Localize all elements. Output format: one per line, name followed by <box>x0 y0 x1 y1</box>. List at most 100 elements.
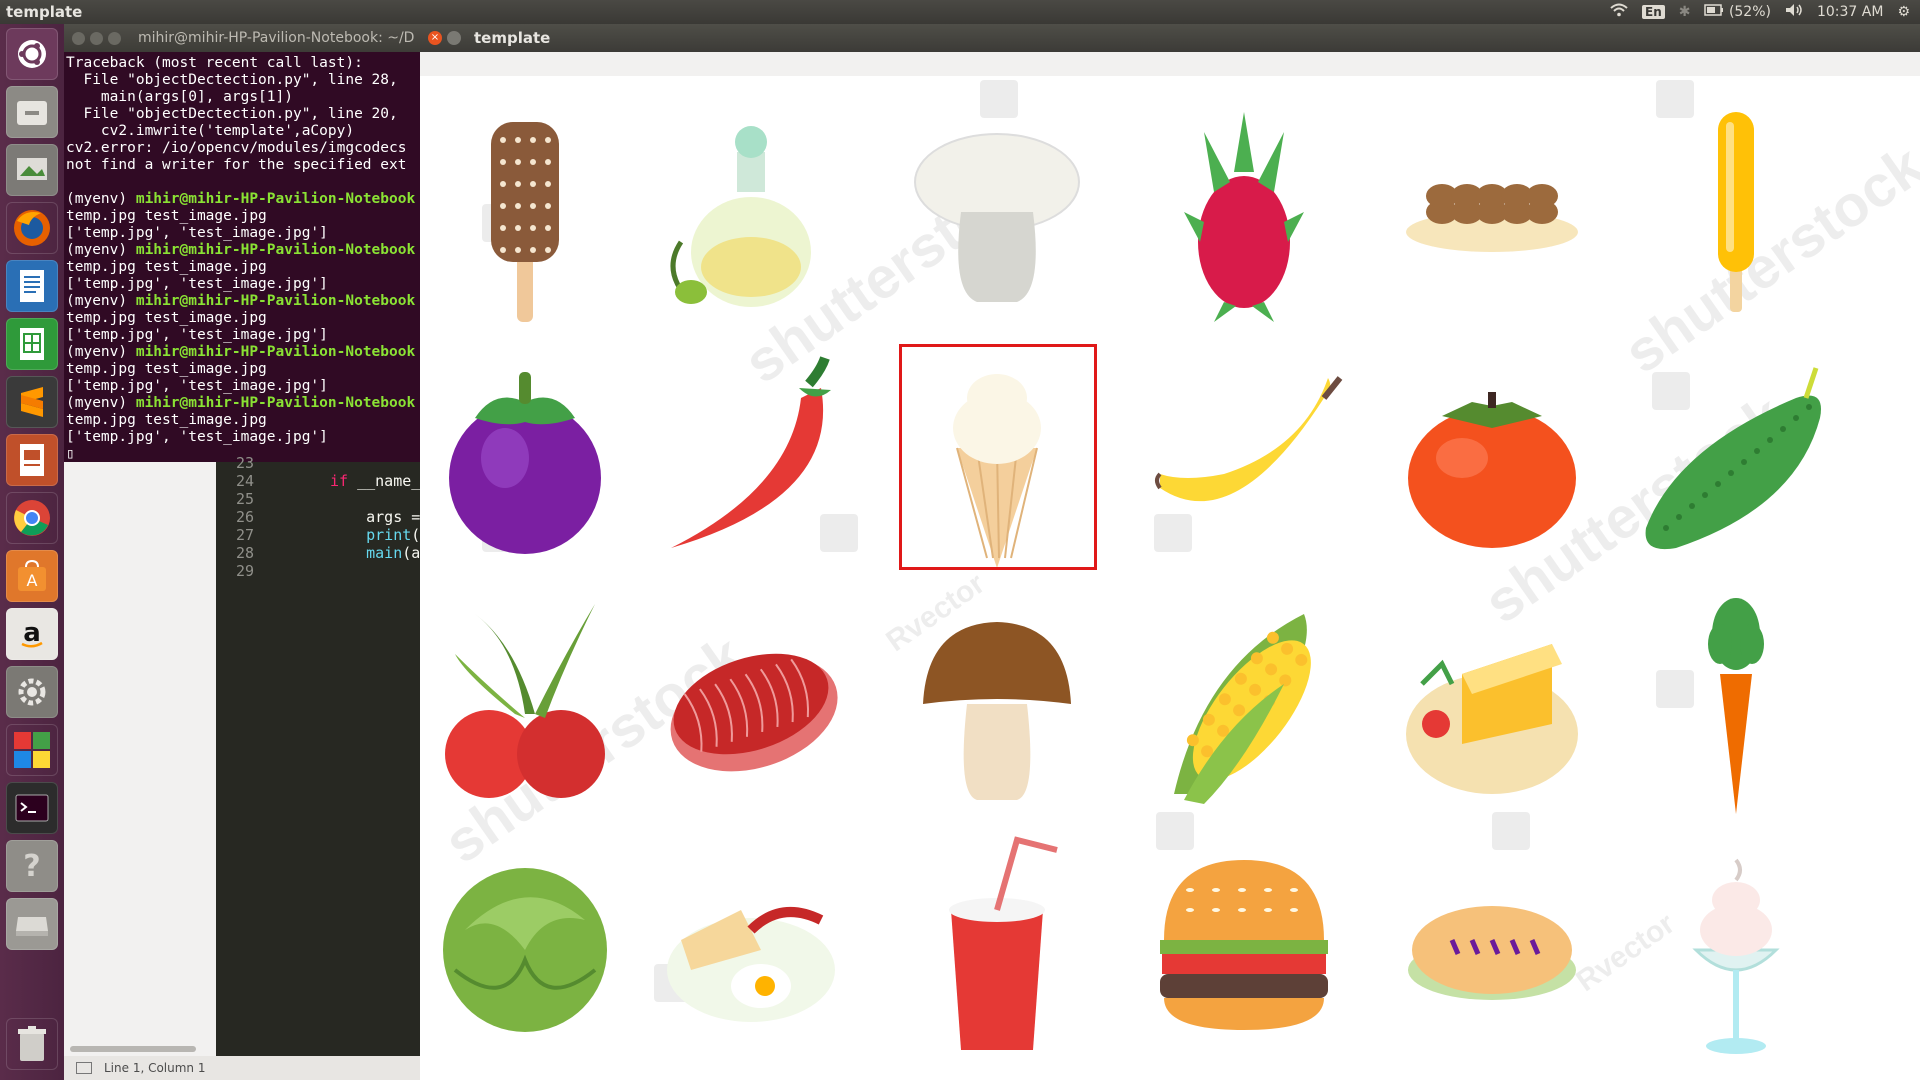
bluetooth-icon[interactable]: ✱ <box>1679 4 1691 20</box>
mangosteen-icon <box>420 333 650 583</box>
shell-prompt: mihir@mihir-HP-Pavilion-Notebook <box>135 191 416 207</box>
terminal-line: temp.jpg test_image.jpg <box>66 310 267 326</box>
terminal-line: cv2.error: /io/opencv/modules/imgcodecs <box>66 140 407 156</box>
minimize-icon[interactable] <box>447 31 461 45</box>
terminal-line: temp.jpg test_image.jpg <box>66 361 267 377</box>
terminal-icon[interactable] <box>6 782 58 834</box>
battery-indicator[interactable]: (52%) <box>1704 4 1771 20</box>
drive-icon[interactable] <box>6 898 58 950</box>
settings-gear-icon[interactable]: ⚙ <box>1897 4 1910 20</box>
cabbage-icon <box>420 825 650 1075</box>
writer-icon[interactable] <box>6 260 58 312</box>
shell-prompt: mihir@mihir-HP-Pavilion-Notebook <box>135 344 416 360</box>
svg-text:A: A <box>27 571 38 590</box>
window-title: template <box>474 29 551 47</box>
ice-cream-bar-icon <box>420 87 650 337</box>
mushroom-brown-icon <box>872 579 1122 829</box>
system-settings-icon[interactable] <box>6 666 58 718</box>
image-canvas: shutterstock shutterstock shutterstock s… <box>420 76 1920 1080</box>
line-number: 29 <box>236 562 255 580</box>
workspace-switcher-icon[interactable] <box>6 724 58 776</box>
terminal-line: File "objectDectection.py", line 28, <box>66 72 407 88</box>
chrome-icon[interactable] <box>6 492 58 544</box>
corn-icon <box>1119 579 1369 829</box>
top-panel: template En ✱ (52%) 10:37 AM ⚙ <box>0 0 1920 24</box>
shell-prompt: mihir@mihir-HP-Pavilion-Notebook <box>135 395 416 411</box>
breakfast-plate-icon <box>626 825 876 1075</box>
terminal-line: File "objectDectection.py", line 20, <box>66 106 407 122</box>
battery-percentage: (52%) <box>1728 4 1771 20</box>
firefox-icon[interactable] <box>6 202 58 254</box>
terminal-line: temp.jpg test_image.jpg <box>66 259 267 275</box>
calc-icon[interactable] <box>6 318 58 370</box>
image-window[interactable]: × template shutterstock shutterstock shu… <box>420 24 1920 1080</box>
svg-text:a: a <box>23 618 41 648</box>
line-number: 23 <box>236 454 255 472</box>
close-icon[interactable]: × <box>428 31 442 45</box>
shell-prompt: mihir@mihir-HP-Pavilion-Notebook <box>135 293 416 309</box>
code-editor-window: 2324if __name__ == '_2526 args = sys.ar2… <box>64 454 484 1056</box>
terminal-line: (myenv) mihir@mihir-HP-Pavilion-Notebook <box>66 293 416 309</box>
cursor-position: Line 1, Column 1 <box>104 1061 206 1075</box>
nuts-plate-icon <box>1367 87 1617 337</box>
impress-icon[interactable] <box>6 434 58 486</box>
ice-cream-sundae-icon <box>1611 825 1861 1075</box>
launcher-dock: A a ? <box>0 24 64 1080</box>
maximize-icon[interactable] <box>108 32 121 45</box>
cheese-plate-icon <box>1367 579 1617 829</box>
dragon-fruit-icon <box>1119 87 1369 337</box>
terminal-title: mihir@mihir-HP-Pavilion-Notebook: ~/D <box>138 30 415 46</box>
image-window-toolbar <box>420 52 1920 77</box>
terminal-line: ['temp.jpg', 'test_image.jpg'] <box>66 429 328 445</box>
sidebar-scrollbar[interactable] <box>70 1046 196 1052</box>
popsicle-yellow-icon <box>1611 87 1861 337</box>
amazon-icon[interactable]: a <box>6 608 58 660</box>
minimize-icon[interactable] <box>90 32 103 45</box>
software-center-icon[interactable]: A <box>6 550 58 602</box>
sublime-text-icon[interactable] <box>6 376 58 428</box>
cucumber-icon <box>1611 333 1861 583</box>
files-icon[interactable] <box>6 86 58 138</box>
line-number: 27 <box>236 526 255 544</box>
trash-icon[interactable] <box>6 1018 58 1070</box>
line-number: 24 <box>236 472 255 490</box>
image-viewer-icon[interactable] <box>6 144 58 196</box>
wifi-icon[interactable] <box>1610 3 1628 21</box>
terminal-line: cv2.imwrite('template',aCopy) <box>66 123 355 139</box>
tomatoes-icon <box>420 579 650 829</box>
terminal-line: (myenv) mihir@mihir-HP-Pavilion-Notebook <box>66 191 416 207</box>
help-icon[interactable]: ? <box>6 840 58 892</box>
terminal-line: main(args[0], args[1]) <box>66 89 293 105</box>
panel-toggle-icon[interactable] <box>76 1062 92 1074</box>
terminal-line: temp.jpg test_image.jpg <box>66 412 267 428</box>
keyboard-layout-indicator[interactable]: En <box>1642 5 1665 19</box>
code-area[interactable]: 2324if __name__ == '_2526 args = sys.ar2… <box>216 454 484 1056</box>
mushroom-white-icon <box>872 87 1122 337</box>
raw-steak-icon <box>626 579 876 829</box>
clock[interactable]: 10:37 AM <box>1817 4 1883 20</box>
burger-icon <box>1119 825 1369 1075</box>
volume-icon[interactable] <box>1785 3 1803 21</box>
ubuntu-dash-icon[interactable] <box>6 28 58 80</box>
image-window-titlebar[interactable]: × template <box>420 24 1920 52</box>
editor-status-bar: Line 1, Column 1 <box>64 1056 420 1080</box>
editor-sidebar[interactable] <box>64 462 216 1056</box>
detection-bounding-box <box>899 344 1097 570</box>
chili-pepper-icon <box>626 333 876 583</box>
system-tray: En ✱ (52%) 10:37 AM ⚙ <box>1610 3 1910 21</box>
terminal-window[interactable]: mihir@mihir-HP-Pavilion-Notebook: ~/D Tr… <box>64 24 420 462</box>
terminal-line: Traceback (most recent call last): <box>66 55 363 71</box>
shell-prompt: mihir@mihir-HP-Pavilion-Notebook <box>135 242 416 258</box>
line-number: 26 <box>236 508 255 526</box>
terminal-titlebar[interactable]: mihir@mihir-HP-Pavilion-Notebook: ~/D <box>64 24 420 52</box>
active-app-title: template <box>6 3 83 21</box>
terminal-line: ['temp.jpg', 'test_image.jpg'] <box>66 378 328 394</box>
pie-icon <box>1367 825 1617 1075</box>
close-icon[interactable] <box>72 32 85 45</box>
line-number: 28 <box>236 544 255 562</box>
terminal-line: (myenv) mihir@mihir-HP-Pavilion-Notebook <box>66 344 416 360</box>
carrot-icon <box>1611 579 1861 829</box>
terminal-output[interactable]: Traceback (most recent call last): File … <box>64 52 420 462</box>
terminal-line: (myenv) mihir@mihir-HP-Pavilion-Notebook <box>66 395 416 411</box>
